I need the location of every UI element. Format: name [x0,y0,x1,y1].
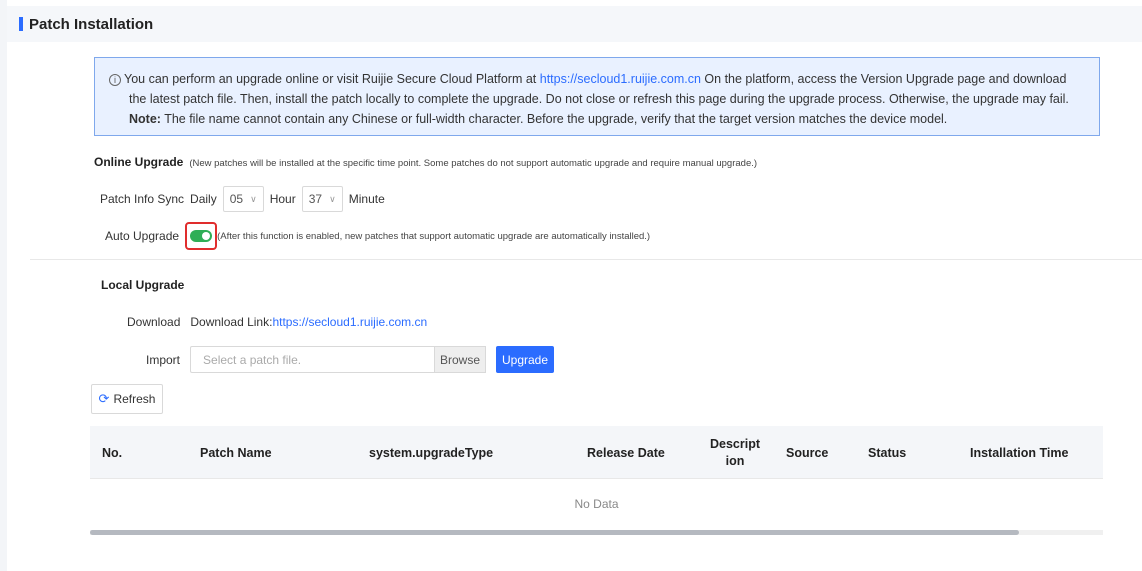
column-header: Status [868,445,907,460]
column-header: Source [786,445,829,460]
local-upgrade-header: Local Upgrade [101,278,184,292]
minute-select[interactable]: 37 ∨ [301,186,343,212]
table-empty-state: No Data [574,497,619,511]
download-link[interactable]: https://secloud1.ruijie.com.cn [272,315,427,329]
hour-label: Hour [269,192,296,206]
notice-line2: the latest patch file. Then, install the… [129,92,1069,106]
upgrade-button[interactable]: Upgrade [496,346,555,373]
online-upgrade-header: Online Upgrade (New patches will be insta… [94,155,757,169]
notice-line1-tail: On the platform, access the Version Upgr… [700,72,1067,86]
section-divider [30,259,1142,260]
upgrade-notice: i You can perform an upgrade online or vi… [94,57,1100,136]
minute-value: 37 [308,192,323,206]
notice-cloud-link[interactable]: https://secloud1.ruijie.com.cn [540,72,701,86]
left-rail [0,0,7,571]
chevron-down-icon: ∨ [329,193,336,204]
minute-label: Minute [348,192,385,206]
patch-file-input[interactable]: Select a patch file. [190,346,435,373]
auto-upgrade-highlight [185,222,218,250]
page-header: Patch Installation [7,6,1142,42]
auto-upgrade-label: Auto Upgrade [105,229,180,243]
auto-upgrade-toggle[interactable] [190,230,213,242]
local-upgrade-title: Local Upgrade [101,278,185,292]
column-header: Release Date [587,445,665,460]
notice-line3: Note: The file name cannot contain any C… [109,109,1087,129]
title-accent-bar [19,17,23,31]
auto-upgrade-row: Auto Upgrade (After this function is ena… [105,222,650,250]
toggle-knob [202,232,211,240]
hour-value: 05 [229,192,244,206]
patch-table-header: No. Patch Name system.upgradeType Releas… [90,426,1103,479]
download-row: Download Download Link: https://secloud1.… [127,315,427,329]
notice-line1: You can perform an upgrade online or vis… [124,72,540,86]
page: Patch Installation i You can perform an u… [0,0,1142,571]
auto-upgrade-hint: (After this function is enabled, new pat… [217,230,651,242]
patch-info-sync-label: Patch Info Sync [100,192,185,206]
daily-label: Daily [190,192,217,206]
chevron-down-icon: ∨ [250,193,257,204]
online-upgrade-hint: (New patches will be installed at the sp… [189,158,758,169]
import-label: Import [146,352,181,367]
column-header: Descript ion [709,436,761,468]
column-header: Installation Time [970,445,1069,460]
notice-note-label: Note: [129,112,161,126]
hour-select[interactable]: 05 ∨ [222,186,264,212]
browse-button[interactable]: Browse [434,346,487,373]
refresh-icon: ⟳ [98,391,110,406]
page-title: Patch Installation [29,15,154,33]
import-row: Import Select a patch file. Browse Upgra… [146,346,555,373]
patch-info-sync-row: Patch Info Sync Daily 05 ∨ Hour 37 ∨ Minut… [100,186,385,212]
refresh-label: Refresh [113,392,156,406]
horizontal-scrollbar[interactable] [90,530,1103,535]
notice-note-text: The file name cannot contain any Chinese… [160,112,948,126]
scrollbar-thumb[interactable] [90,530,1019,535]
column-header: Patch Name [200,445,272,460]
download-label: Download [127,315,181,329]
online-upgrade-title: Online Upgrade [94,155,184,169]
column-header: system.upgradeType [369,445,494,460]
download-link-prefix: Download Link: [190,315,273,329]
column-header: No. [102,445,123,460]
info-icon: i [109,74,121,86]
refresh-button[interactable]: ⟳ Refresh [91,384,163,414]
